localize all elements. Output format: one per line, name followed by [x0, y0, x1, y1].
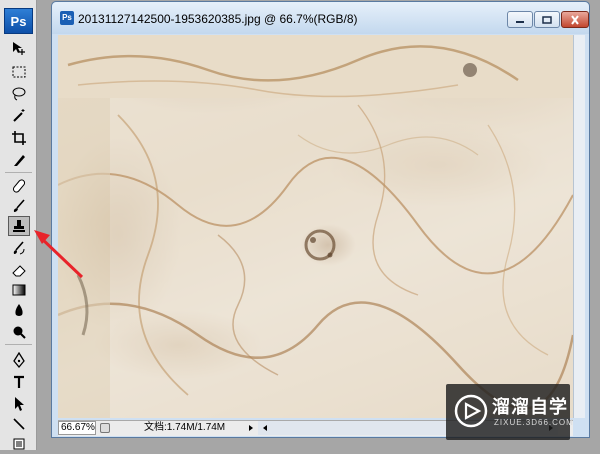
status-preview-icon[interactable] [100, 423, 110, 433]
status-menu-arrow-icon[interactable] [246, 423, 256, 433]
scroll-left-icon[interactable] [260, 423, 270, 433]
play-logo-icon [454, 394, 488, 428]
document-title-bar[interactable]: Ps 20131127142500-1953620385.jpg @ 66.7%… [52, 2, 589, 34]
bandage-icon[interactable] [8, 176, 30, 196]
minimize-icon [516, 20, 524, 23]
marble-texture-image [58, 35, 573, 418]
photoshop-logo[interactable]: Ps [4, 8, 33, 34]
vertical-scrollbar[interactable] [573, 35, 585, 418]
minimize-button[interactable] [507, 11, 533, 28]
stamp-icon[interactable] [8, 216, 30, 236]
pen-icon[interactable] [8, 350, 30, 370]
gradient-icon[interactable] [8, 280, 30, 300]
move-tool-icon[interactable] [8, 38, 30, 58]
document-title: 20131127142500-1953620385.jpg @ 66.7%(RG… [78, 12, 358, 26]
history-brush-icon[interactable] [8, 238, 30, 258]
magic-wand-icon[interactable] [8, 106, 30, 126]
arrow-icon[interactable] [8, 394, 30, 414]
slice-icon[interactable] [8, 150, 30, 170]
ps-document-icon: Ps [60, 11, 74, 25]
annotation-arrow-icon [34, 230, 84, 279]
tool-divider [5, 172, 32, 173]
watermark-url: ZIXUE.3D66.COM [494, 418, 574, 427]
tool-divider [5, 344, 32, 345]
zoom-level-field[interactable]: 66.67% [58, 421, 96, 435]
rect-marquee-icon[interactable] [8, 62, 30, 82]
watermark: 溜溜自学 ZIXUE.3D66.COM [446, 384, 573, 440]
type-icon[interactable] [8, 372, 30, 392]
close-icon [571, 14, 579, 25]
crop-icon[interactable] [8, 128, 30, 148]
document-size-info: 文档:1.74M/1.74M [144, 422, 226, 433]
restore-button[interactable] [534, 11, 560, 28]
close-button[interactable] [561, 11, 589, 28]
drop-icon[interactable] [8, 300, 30, 320]
lasso-icon[interactable] [8, 84, 30, 104]
line-icon[interactable] [8, 414, 30, 434]
eraser-icon[interactable] [8, 260, 30, 280]
restore-icon [542, 15, 552, 24]
image-canvas[interactable] [58, 35, 573, 418]
brush-icon[interactable] [8, 196, 30, 216]
document-window[interactable]: Ps 20131127142500-1953620385.jpg @ 66.7%… [51, 1, 590, 438]
notes-icon[interactable] [8, 434, 30, 454]
dodge-icon[interactable] [8, 322, 30, 342]
watermark-brand: 溜溜自学 [492, 397, 568, 417]
